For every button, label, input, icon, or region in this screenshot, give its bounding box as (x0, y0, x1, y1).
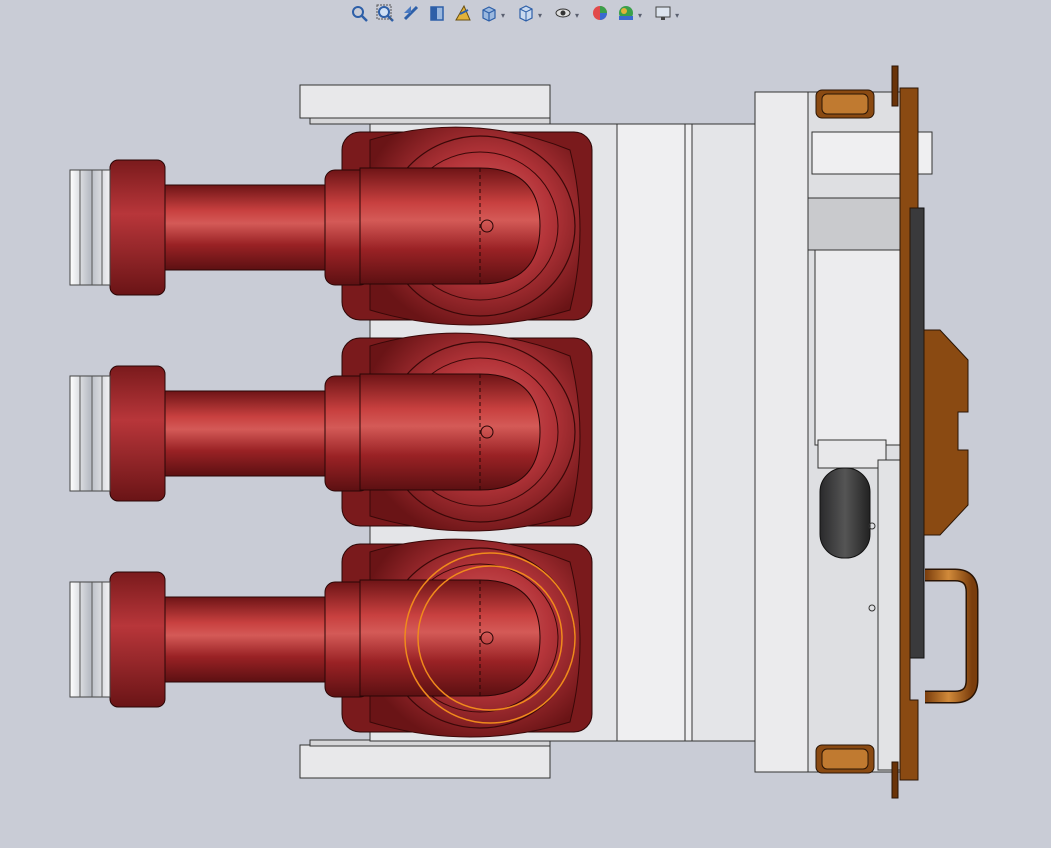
hide-show-items-icon (554, 4, 572, 26)
section-view-icon (428, 4, 446, 26)
apply-scene-button[interactable] (615, 4, 637, 26)
view-settings-icon (654, 4, 672, 26)
chevron-down-icon[interactable]: ▾ (575, 11, 579, 20)
operating-mechanism (754, 65, 979, 799)
previous-view-button[interactable] (400, 4, 422, 26)
bottom-rail (299, 739, 551, 779)
dynamic-annotation-icon (454, 4, 472, 26)
pole-2[interactable] (69, 332, 593, 532)
zoom-to-fit-button[interactable] (348, 4, 370, 26)
hide-show-items-button[interactable] (552, 4, 574, 26)
heads-up-view-toolbar: ▾ ▾ ▾ ▾ ▾ (348, 2, 685, 28)
zoom-to-area-icon (376, 4, 394, 26)
pole-1[interactable] (69, 126, 593, 326)
apply-scene-icon (617, 4, 635, 26)
view-orientation-icon (480, 4, 498, 26)
chevron-down-icon[interactable]: ▾ (538, 11, 542, 20)
chevron-down-icon[interactable]: ▾ (675, 11, 679, 20)
pole-3[interactable] (69, 538, 593, 738)
model-viewport[interactable] (0, 0, 1051, 848)
chevron-down-icon[interactable]: ▾ (501, 11, 505, 20)
zoom-to-fit-icon (350, 4, 368, 26)
view-settings-button[interactable] (652, 4, 674, 26)
chevron-down-icon[interactable]: ▾ (638, 11, 642, 20)
dynamic-annotation-button[interactable] (452, 4, 474, 26)
edit-appearance-button[interactable] (589, 4, 611, 26)
zoom-to-area-button[interactable] (374, 4, 396, 26)
previous-view-icon (402, 4, 420, 26)
display-style-button[interactable] (515, 4, 537, 26)
edit-appearance-icon (591, 4, 609, 26)
display-style-icon (517, 4, 535, 26)
view-orientation-button[interactable] (478, 4, 500, 26)
section-view-button[interactable] (426, 4, 448, 26)
top-rail (299, 84, 551, 125)
